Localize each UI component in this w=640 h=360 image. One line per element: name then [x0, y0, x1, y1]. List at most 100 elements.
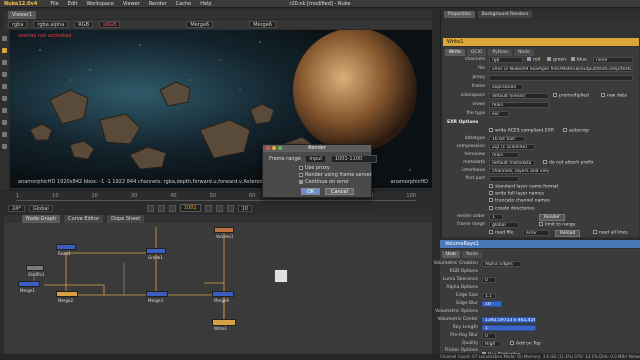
- transform-icon[interactable]: [1, 132, 7, 137]
- tab-viewer1[interactable]: Viewer1: [8, 10, 37, 19]
- interleave-select[interactable]: channels, layers and views: [489, 168, 549, 174]
- play-back-icon[interactable]: [168, 204, 176, 212]
- tab-node-graph[interactable]: Node Graph: [22, 215, 60, 223]
- frame-server-option[interactable]: Render using frame server: [299, 172, 372, 178]
- frame-select[interactable]: expression: [489, 84, 523, 90]
- continue-on-error-option[interactable]: Continue on error: [299, 179, 349, 185]
- maximize-icon[interactable]: [278, 146, 282, 150]
- truncate-check[interactable]: truncate channel names: [489, 198, 550, 204]
- dialog-frame-range-input[interactable]: 1001-1100: [330, 155, 378, 163]
- color-icon[interactable]: [1, 84, 7, 89]
- input-a-select[interactable]: Merge6: [186, 21, 214, 28]
- first-frame-icon[interactable]: [146, 204, 154, 212]
- node-graph[interactable]: Read1 Shuffle1 Merge1 Grade1 Merge2 Merg…: [4, 223, 432, 360]
- ok-button[interactable]: OK: [301, 188, 321, 195]
- dialog-frame-range-mode[interactable]: Input: [305, 155, 327, 163]
- edge-blur-field[interactable]: 10: [482, 301, 502, 307]
- render-order-field[interactable]: 1: [489, 214, 503, 220]
- node-volume1[interactable]: Volume1: [214, 227, 234, 239]
- luma-tolerance-field[interactable]: 0: [482, 277, 496, 283]
- use-proxy-option[interactable]: Use proxy: [299, 165, 330, 171]
- channel-select[interactable]: rgba.alpha: [33, 21, 69, 28]
- prev-frame-icon[interactable]: [157, 204, 165, 212]
- full-layer-check[interactable]: write full layer names: [489, 191, 544, 197]
- filter-icon[interactable]: [1, 96, 7, 101]
- create-dirs-check[interactable]: create directories: [489, 206, 535, 212]
- draw-icon[interactable]: [1, 48, 7, 53]
- close-icon[interactable]: [266, 146, 270, 150]
- last-frame-icon[interactable]: [226, 204, 234, 212]
- node-write1[interactable]: Write1: [212, 319, 236, 331]
- fps-field[interactable]: 24*: [8, 204, 25, 212]
- node-merge3[interactable]: Merge3: [146, 291, 168, 303]
- tab-curve-editor[interactable]: Curve Editor: [63, 215, 104, 223]
- tab-properties[interactable]: Properties: [444, 11, 475, 18]
- missing-frames-select[interactable]: error: [523, 230, 549, 236]
- image-icon[interactable]: [1, 36, 7, 41]
- menu-cache[interactable]: Cache: [176, 1, 192, 7]
- minimize-icon[interactable]: [272, 146, 276, 150]
- node-shuffle1[interactable]: Shuffle1: [26, 265, 44, 277]
- frame-step-field[interactable]: 10: [237, 204, 252, 212]
- file-type-select[interactable]: exr: [489, 111, 509, 117]
- node-merge6[interactable]: Merge6: [212, 291, 234, 303]
- creation-select[interactable]: Alpha Edges: [482, 261, 522, 267]
- subtab-node-vr[interactable]: Node: [462, 251, 483, 258]
- views-select[interactable]: main: [489, 102, 549, 108]
- alpha-select[interactable]: none: [593, 57, 633, 63]
- menu-render[interactable]: Render: [149, 1, 167, 7]
- frame-range-select[interactable]: global: [489, 222, 519, 228]
- colorspace-select[interactable]: default (linear): [489, 93, 549, 99]
- input-b-select[interactable]: Merge6: [249, 21, 276, 28]
- first-part-select[interactable]: [489, 176, 519, 182]
- range-mode-select[interactable]: Global: [28, 204, 53, 212]
- play-icon[interactable]: [204, 204, 212, 212]
- cancel-button[interactable]: Cancel: [325, 188, 354, 195]
- menu-file[interactable]: File: [50, 1, 58, 7]
- add-on-top-check[interactable]: Add on Top: [510, 341, 541, 347]
- compression-select[interactable]: Zip (1 scanline): [489, 144, 535, 150]
- menu-edit[interactable]: Edit: [68, 1, 78, 7]
- current-frame-field[interactable]: 1001: [179, 204, 201, 212]
- autocrop-check[interactable]: autocrop: [563, 128, 589, 134]
- pre-ray-blur-field[interactable]: 0: [482, 333, 496, 339]
- reload-button[interactable]: Reload: [555, 230, 581, 237]
- ray-length-field[interactable]: 1: [482, 325, 536, 331]
- subtab-node[interactable]: Node: [514, 49, 534, 56]
- no-prefix-check[interactable]: do not attach prefix: [543, 160, 594, 166]
- display-select[interactable]: RGB: [74, 21, 94, 28]
- metadata-select[interactable]: default metadata: [489, 160, 535, 166]
- channels-select[interactable]: rgb: [489, 57, 523, 63]
- lut-select[interactable]: sRGB: [99, 21, 121, 28]
- proxy-input[interactable]: [489, 75, 633, 81]
- time-icon[interactable]: [1, 60, 7, 65]
- menu-help[interactable]: Help: [200, 1, 211, 7]
- subtab-python[interactable]: Python: [488, 49, 513, 56]
- read-all-lines-check[interactable]: read all lines: [593, 230, 628, 236]
- std-layer-check[interactable]: standard layer name format: [489, 184, 558, 190]
- layer-select[interactable]: rgba: [8, 21, 28, 28]
- render-button[interactable]: Render: [539, 214, 566, 221]
- 3d-icon[interactable]: [1, 144, 7, 149]
- file-input[interactable]: vmis in Nuke/09 example files/Material/o…: [489, 66, 633, 72]
- node-grade1[interactable]: Grade1: [146, 248, 166, 260]
- subtab-user[interactable]: User: [442, 251, 461, 258]
- menu-viewer[interactable]: Viewer: [123, 1, 140, 7]
- node-merge2[interactable]: Merge2: [56, 291, 78, 303]
- tab-dope-sheet[interactable]: Dope Sheet: [107, 215, 145, 223]
- write-aces-check[interactable]: write ACES compliant EXR: [489, 128, 554, 134]
- premultiplied-check[interactable]: premultiplied: [553, 93, 589, 99]
- heroview-select[interactable]: main: [489, 152, 519, 158]
- node-read1[interactable]: Read1: [56, 244, 76, 256]
- limit-range-check[interactable]: limit to range: [539, 222, 575, 228]
- datatype-select[interactable]: 16 bit half: [489, 136, 525, 142]
- read-file-check[interactable]: read file: [489, 230, 513, 236]
- edge-size-field[interactable]: 1.1: [482, 293, 496, 299]
- subtab-ocio[interactable]: OCIO: [466, 49, 487, 56]
- keyer-icon[interactable]: [1, 108, 7, 113]
- tab-background-renders[interactable]: Background Renders: [477, 11, 533, 18]
- volumetric-center-field[interactable]: 1392.59753 x 461.456342: [482, 317, 536, 323]
- merge-icon[interactable]: [1, 120, 7, 125]
- menu-workspace[interactable]: Workspace: [86, 1, 113, 7]
- subtab-write[interactable]: Write: [445, 49, 465, 56]
